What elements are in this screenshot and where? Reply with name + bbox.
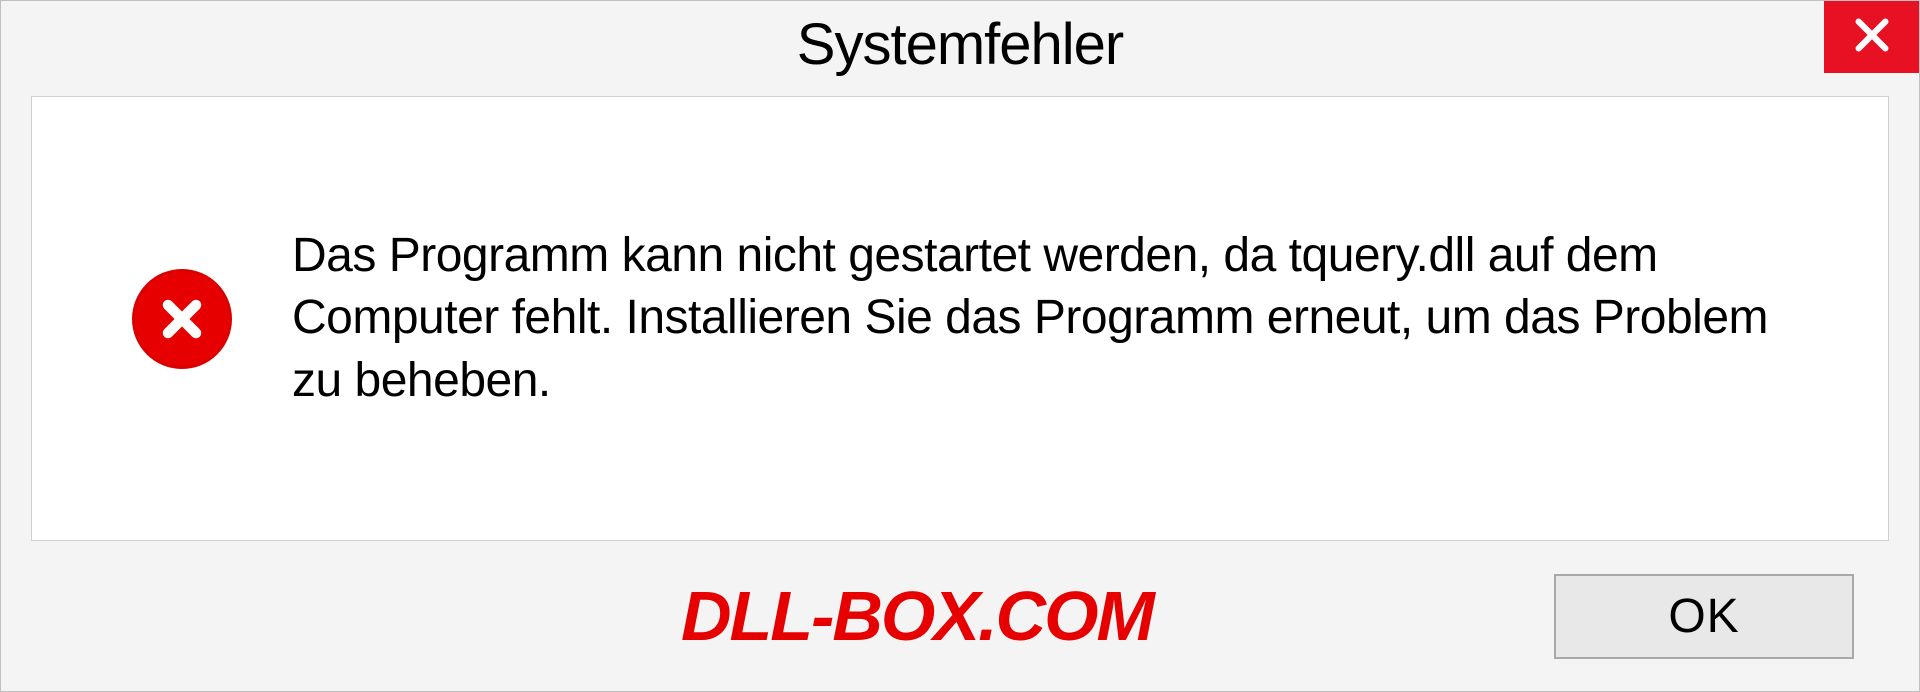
content-area: Das Programm kann nicht gestartet werden… <box>31 96 1889 541</box>
titlebar: Systemfehler <box>1 1 1919 96</box>
watermark-text: DLL-BOX.COM <box>31 576 1153 656</box>
error-message: Das Programm kann nicht gestartet werden… <box>292 225 1808 412</box>
dialog-title: Systemfehler <box>797 11 1123 78</box>
ok-button[interactable]: OK <box>1554 574 1854 659</box>
close-icon <box>1849 12 1895 63</box>
dialog-footer: DLL-BOX.COM OK <box>1 541 1919 691</box>
error-icon <box>132 269 232 369</box>
error-dialog: Systemfehler Das Programm kann nicht ges… <box>0 0 1920 692</box>
close-button[interactable] <box>1824 1 1919 73</box>
